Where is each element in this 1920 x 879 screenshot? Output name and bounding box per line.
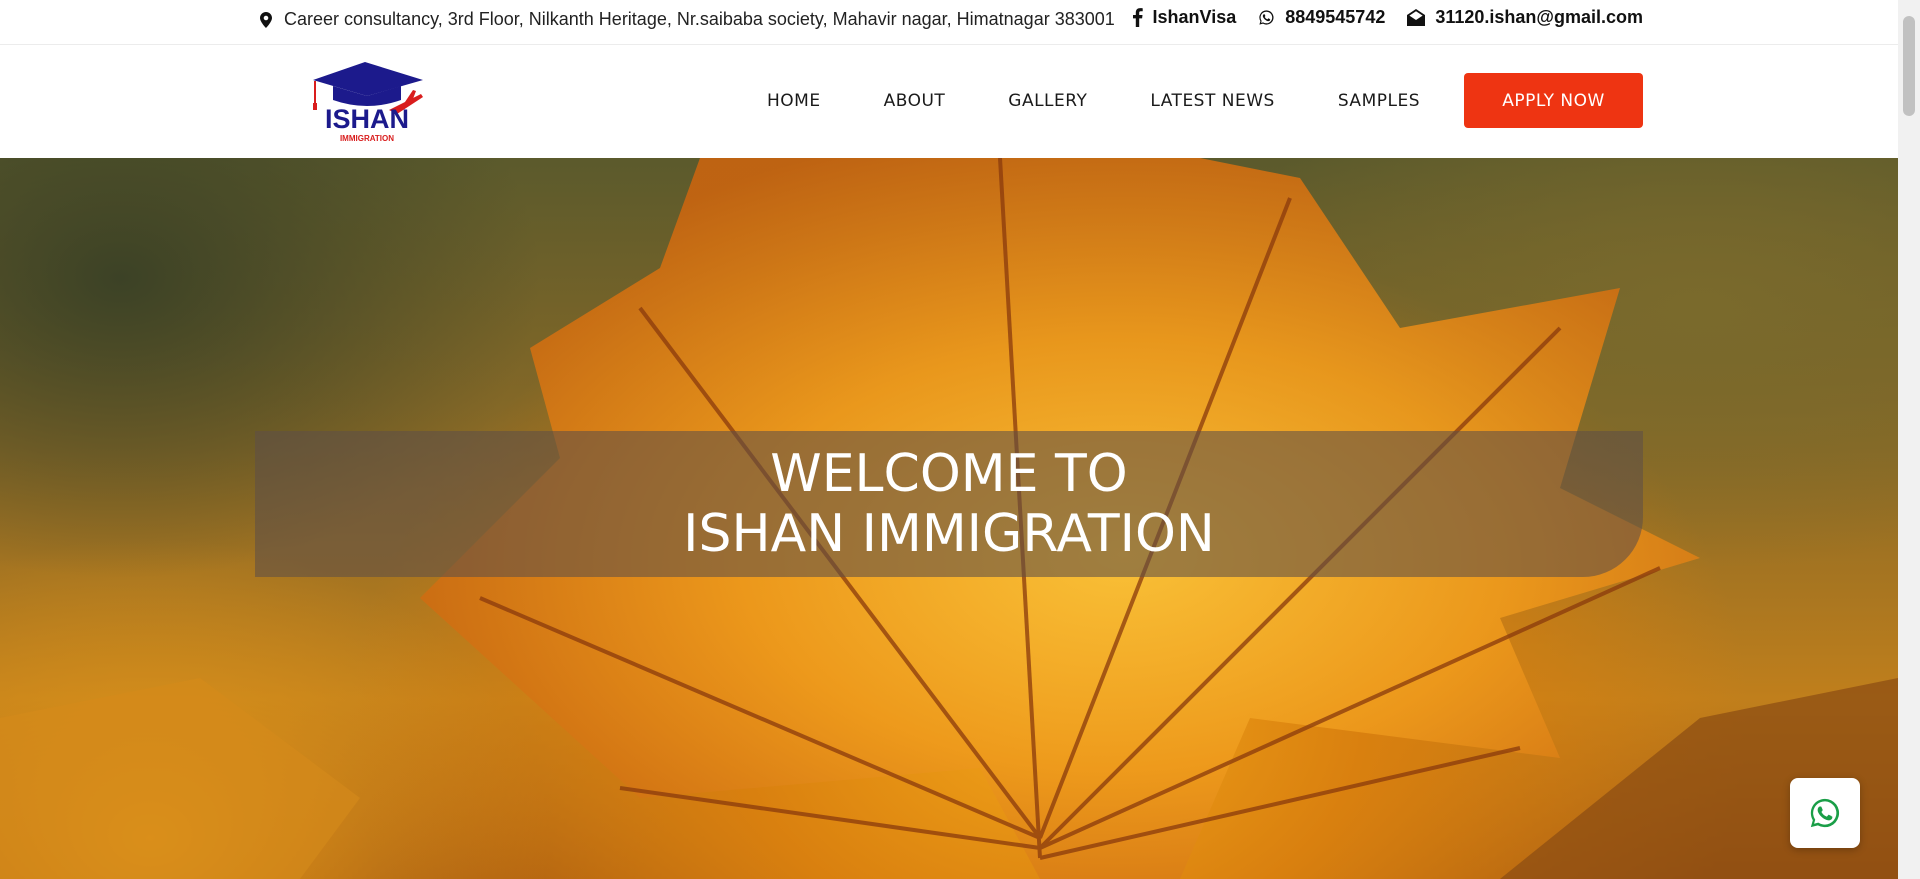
whatsapp-chat-button[interactable] bbox=[1790, 778, 1860, 848]
map-marker-icon bbox=[260, 11, 272, 28]
facebook-icon bbox=[1132, 8, 1143, 27]
nav-samples[interactable]: SAMPLES bbox=[1338, 91, 1420, 111]
nav-gallery[interactable]: GALLERY bbox=[1008, 91, 1087, 111]
nav-menu: HOME ABOUT GALLERY LATEST NEWS SAMPLES A… bbox=[767, 73, 1643, 128]
logo-tagline: IMMIGRATION bbox=[340, 134, 394, 143]
nav-about[interactable]: ABOUT bbox=[884, 91, 946, 111]
email-link[interactable]: 31120.ishan@gmail.com bbox=[1407, 7, 1643, 28]
address-block: Career consultancy, 3rd Floor, Nilkanth … bbox=[260, 9, 1115, 30]
nav-latest-news[interactable]: LATEST NEWS bbox=[1150, 91, 1274, 111]
hero-title-line1: WELCOME TO bbox=[770, 444, 1128, 504]
contact-block: IshanVisa 8849545742 31120.ishan@gmail.c… bbox=[1132, 7, 1643, 28]
facebook-label: IshanVisa bbox=[1152, 7, 1237, 27]
address-text: Career consultancy, 3rd Floor, Nilkanth … bbox=[284, 9, 1115, 29]
scrollbar-thumb[interactable] bbox=[1903, 16, 1915, 116]
main-navbar: ISHAN IMMIGRATION HOME ABOUT GALLERY LAT… bbox=[0, 45, 1898, 158]
phone-number: 8849545742 bbox=[1285, 7, 1386, 27]
email-address: 31120.ishan@gmail.com bbox=[1435, 7, 1643, 27]
site-logo[interactable]: ISHAN IMMIGRATION bbox=[305, 60, 430, 145]
logo-name: ISHAN bbox=[325, 104, 409, 134]
nav-home[interactable]: HOME bbox=[767, 91, 821, 111]
hero-section: WELCOME TO ISHAN IMMIGRATION bbox=[0, 158, 1898, 879]
page-scrollbar[interactable] bbox=[1898, 0, 1920, 879]
facebook-link[interactable]: IshanVisa bbox=[1132, 7, 1237, 28]
apply-now-button[interactable]: APPLY NOW bbox=[1464, 73, 1643, 128]
envelope-icon bbox=[1407, 9, 1426, 26]
hero-title-line2: ISHAN IMMIGRATION bbox=[683, 504, 1215, 564]
welcome-banner: WELCOME TO ISHAN IMMIGRATION bbox=[255, 431, 1643, 577]
whatsapp-icon bbox=[1808, 796, 1842, 830]
phone-link[interactable]: 8849545742 bbox=[1258, 7, 1385, 28]
whatsapp-icon bbox=[1258, 9, 1275, 26]
top-info-bar: Career consultancy, 3rd Floor, Nilkanth … bbox=[0, 0, 1898, 45]
